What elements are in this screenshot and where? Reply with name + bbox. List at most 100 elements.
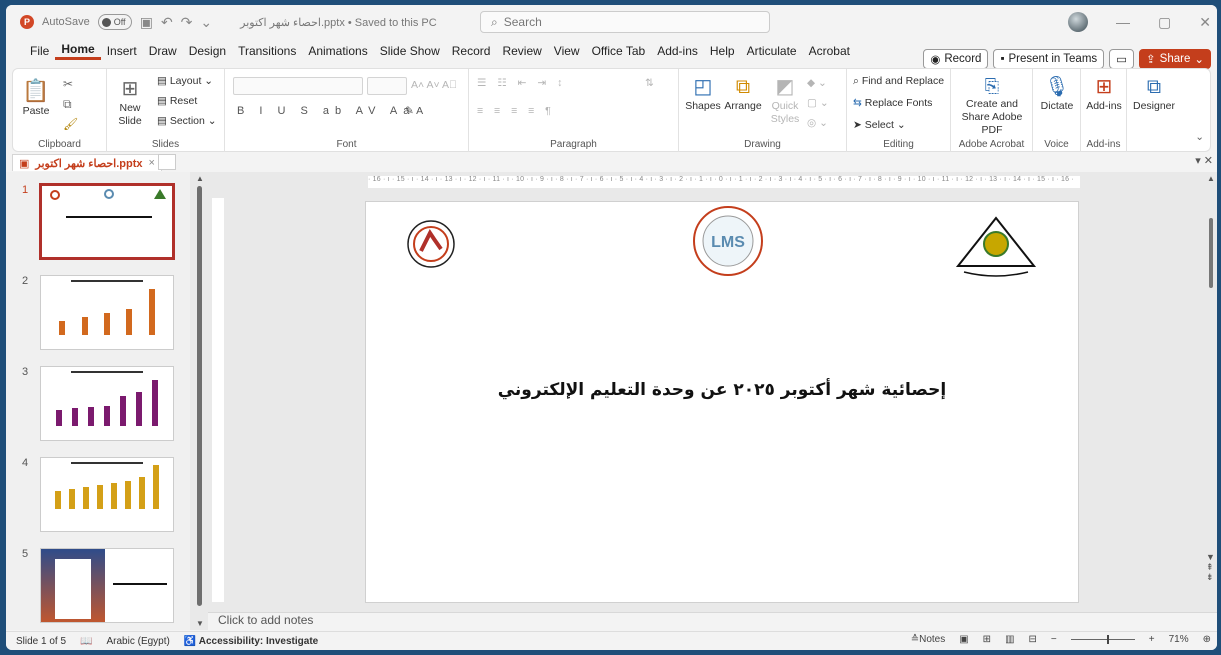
tab-articulate[interactable]: Articulate [741,44,803,58]
font-size-select[interactable] [367,77,407,95]
autosave-toggle[interactable]: Off [97,14,132,30]
paste-button[interactable]: 📋 Paste [21,77,51,118]
new-slide-button[interactable]: ⊞ New Slide [113,77,147,128]
redo-icon[interactable]: ↷ [181,14,193,31]
font-formatting-icons[interactable]: B I U S ab AV Aa [237,105,415,119]
tab-slide-show[interactable]: Slide Show [374,44,446,58]
share-icon: ⇪ [1146,54,1156,66]
designer-button[interactable]: ⧉ Designer [1131,75,1177,113]
present-in-teams-button[interactable]: ▪ Present in Teams [993,49,1105,69]
reading-view-icon[interactable]: ▥ [1005,634,1014,645]
arrange-button[interactable]: ⧉ Arrange [723,75,763,113]
search-box[interactable]: ⌕ Search [480,11,770,33]
share-button[interactable]: ⇪ Share ⌄ [1139,49,1211,69]
align-icons[interactable]: ≡ ≡ ≡ ≡ ¶ [477,105,555,118]
tab-review[interactable]: Review [496,44,547,58]
quick-styles-icon: ◩ [775,76,795,98]
accessibility-status[interactable]: ♿ Accessibility: Investigate [184,636,318,647]
slide-thumbnail[interactable] [40,275,174,350]
group-slides: ⊞ New Slide ▤ Layout ⌄ ▤ Reset ▤ Section… [107,69,225,153]
find-replace-button[interactable]: ⌕ Find and Replace [853,75,944,88]
current-slide[interactable]: LMS إحصائية شهر أكتوبر ٢٠٢٥ عن وحدة التع… [365,201,1079,603]
record-button[interactable]: ◉ Record [923,49,989,69]
document-title[interactable]: احصاء شهر اكتوبر.pptx • Saved to this PC [240,16,437,29]
slide-thumbnail[interactable] [40,366,174,441]
format-painter-icon[interactable]: 🖌 [63,117,78,132]
shape-effects-icon[interactable]: ◎ ⌄ [807,117,828,130]
spellcheck-icon[interactable]: 📖 [80,636,92,647]
language-indicator[interactable]: Arabic (Egypt) [107,636,170,647]
drawing-label: Drawing [744,139,781,150]
quick-styles-button[interactable]: ◩ Quick Styles [765,75,805,126]
replace-fonts-button[interactable]: ⇆ Replace Fonts [853,97,932,110]
zoom-slider[interactable] [1070,635,1135,644]
tab-help[interactable]: Help [704,44,741,58]
slide-title[interactable]: إحصائية شهر أكتوبر ٢٠٢٥ عن وحدة التعليم … [366,380,1078,400]
shapes-button[interactable]: ◰ Shapes [685,75,721,113]
restore-icon[interactable]: ▢ [1158,14,1171,31]
tab-design[interactable]: Design [183,44,232,58]
slide-show-icon[interactable]: ⊟ [1029,634,1037,645]
dictate-button[interactable]: 🎙 Dictate [1037,75,1077,113]
new-tab-button[interactable] [158,154,176,170]
text-direction-icon[interactable]: ⇅ [645,77,654,90]
tab-animations[interactable]: Animations [302,44,373,58]
shape-outline-icon[interactable]: ▢ ⌄ [807,97,829,110]
notes-placeholder: Click to add notes [218,613,314,627]
customize-qat-icon[interactable]: ⌄ [200,14,212,31]
tab-draw[interactable]: Draw [143,44,183,58]
editor-scrollbar[interactable]: ▲ ▼ ⇞ ⇟ [1205,172,1217,612]
tab-menu-icons[interactable]: ▾ ✕ [1195,154,1213,167]
notes-button[interactable]: ≙Notes [911,634,946,645]
tab-acrobat[interactable]: Acrobat [803,44,856,58]
slide-sorter-icon[interactable]: ⊞ [983,634,991,645]
zoom-level[interactable]: 71% [1169,634,1189,645]
tab-insert[interactable]: Insert [101,44,143,58]
tab-record[interactable]: Record [446,44,497,58]
undo-icon[interactable]: ↶ [161,14,173,31]
close-icon[interactable]: ✕ [1199,14,1211,31]
tab-office-tab[interactable]: Office Tab [586,44,652,58]
thumbnails-scrollbar[interactable]: ▲ ▼ [194,172,206,630]
search-icon: ⌕ [491,14,498,29]
fit-slide-icon[interactable]: ⊕ [1203,634,1211,645]
slide-thumbnail[interactable] [39,183,175,260]
font-size-tools-icon[interactable]: A˄ A˅ A⃥ [411,79,457,92]
editing-label: Editing [883,139,914,150]
tab-add-ins[interactable]: Add-ins [651,44,704,58]
create-share-pdf-button[interactable]: ⎘ Create and Share Adobe PDF [953,75,1031,137]
minimize-icon[interactable]: — [1116,14,1130,30]
tab-view[interactable]: View [548,44,586,58]
font-color-icon[interactable]: ✎ A [405,105,423,118]
notes-pane[interactable]: Click to add notes [208,612,1217,630]
reset-button[interactable]: ▤ Reset [157,95,197,108]
zoom-out-icon[interactable]: − [1051,634,1057,645]
collapse-ribbon-icon[interactable]: ⌄ [1195,131,1204,144]
comments-button[interactable]: ▭ [1109,49,1135,69]
tab-file[interactable]: File [24,44,55,58]
section-icon: ▤ [157,115,167,127]
select-button[interactable]: ➤ Select ⌄ [853,119,906,132]
slide-thumbnail[interactable] [40,548,174,623]
document-tab[interactable]: ▣ احصاء شهر اكتوبر.pptx × [12,154,162,171]
accessibility-icon: ♿ [183,635,197,647]
layout-button[interactable]: ▤ Layout ⌄ [157,75,213,88]
list-icons[interactable]: ☰ ☷ ⇤ ⇥ ↕ [477,77,566,90]
avatar[interactable] [1068,12,1089,32]
close-tab-icon[interactable]: × [149,157,155,169]
center-logo: LMS [692,205,764,280]
tab-transitions[interactable]: Transitions [232,44,302,58]
normal-view-icon[interactable]: ▣ [959,634,968,645]
save-icon[interactable]: ▣ [140,14,153,31]
microphone-icon: 🎙 [1044,76,1070,98]
section-button[interactable]: ▤ Section ⌄ [157,115,217,128]
zoom-in-icon[interactable]: + [1149,634,1155,645]
cut-icon[interactable]: ✂ [63,77,73,92]
vertical-ruler [212,198,224,602]
shape-fill-icon[interactable]: ◆ ⌄ [807,77,827,90]
font-name-select[interactable] [233,77,363,95]
slide-thumbnail[interactable] [40,457,174,532]
tab-home[interactable]: Home [55,42,101,60]
copy-icon[interactable]: ⧉ [63,97,72,112]
add-ins-button[interactable]: ⊞ Add-ins [1085,75,1123,113]
